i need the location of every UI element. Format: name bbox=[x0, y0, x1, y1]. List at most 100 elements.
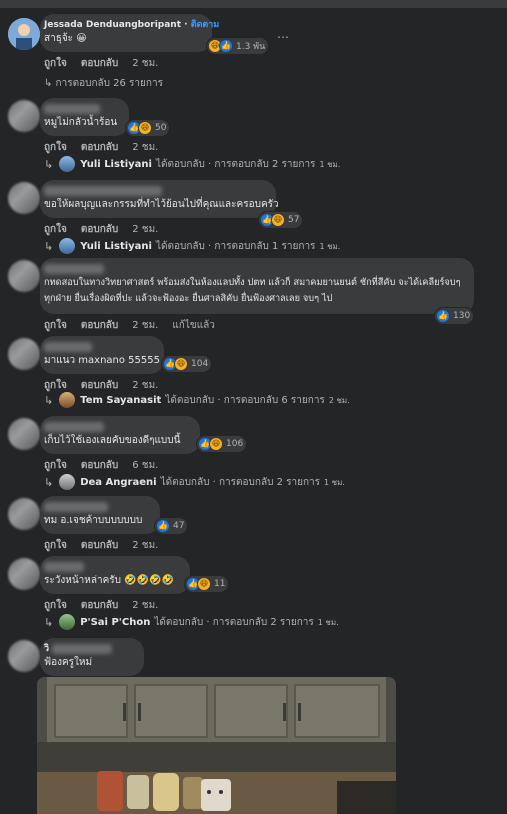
reaction-summary[interactable]: 👍 😆 50 bbox=[126, 120, 170, 136]
avatar[interactable] bbox=[8, 182, 40, 214]
reply-avatar bbox=[59, 474, 76, 490]
haha-reaction-icon: 😆 bbox=[209, 437, 223, 451]
more-options-icon[interactable]: ⋯ bbox=[277, 30, 290, 44]
reaction-count: 106 bbox=[226, 439, 244, 449]
haha-reaction-icon: 😆 bbox=[271, 213, 285, 227]
reply-button[interactable]: ตอบกลับ bbox=[81, 458, 118, 473]
reply-time: 1 ชม. bbox=[317, 617, 339, 627]
comment-text: เก็บไว้ใช้เองเลยคับของดีๆแบบนี้ bbox=[44, 435, 181, 446]
like-button[interactable]: ถูกใจ bbox=[44, 458, 67, 473]
reply-button[interactable]: ตอบกลับ bbox=[81, 222, 118, 237]
reaction-summary[interactable]: 👍 47 bbox=[155, 518, 188, 534]
author-name[interactable] bbox=[44, 185, 266, 197]
author-name[interactable] bbox=[44, 561, 180, 573]
like-reaction-icon: 👍 bbox=[219, 39, 233, 53]
reply-author[interactable]: Yuli Listiyani bbox=[80, 159, 152, 170]
reaction-count: 57 bbox=[288, 215, 300, 225]
reaction-summary[interactable]: 👍 130 bbox=[435, 308, 474, 324]
reply-preview[interactable]: ↳ P'Sai P'Chon ได้ตอบกลับ · การตอบกลับ 2… bbox=[44, 614, 339, 630]
like-button[interactable]: ถูกใจ bbox=[44, 56, 67, 71]
reply-info[interactable]: ได้ตอบกลับ · การตอบกลับ 6 รายการ bbox=[165, 393, 324, 408]
comment-text: มาแนว maxnano 55555 bbox=[44, 355, 160, 366]
reply-info[interactable]: ได้ตอบกลับ · การตอบกลับ 2 รายการ bbox=[161, 475, 320, 490]
comment-bubble: ขอให้ผลบุญและกรรมที่ทำไว้ย้อนไปที่คุณและ… bbox=[40, 180, 279, 218]
avatar[interactable] bbox=[8, 498, 40, 530]
reply-arrow-icon: ↳ bbox=[44, 239, 54, 253]
reply-avatar bbox=[59, 614, 76, 630]
haha-reaction-icon: 😆 bbox=[197, 577, 211, 591]
reaction-count: 130 bbox=[453, 311, 471, 321]
timestamp[interactable]: 2 ชม. bbox=[132, 56, 158, 71]
reply-time: 1 ชม. bbox=[319, 241, 341, 251]
avatar[interactable] bbox=[8, 100, 40, 132]
edited-label[interactable]: แก้ไขแล้ว bbox=[172, 318, 215, 333]
like-button[interactable]: ถูกใจ bbox=[44, 378, 67, 393]
replies-link[interactable]: ↳ การตอบกลับ 26 รายการ bbox=[44, 76, 163, 91]
reply-button[interactable]: ตอบกลับ bbox=[81, 598, 118, 613]
author-name[interactable]: วิ bbox=[44, 643, 134, 655]
reply-time: 2 ชม. bbox=[328, 395, 350, 405]
author-name[interactable] bbox=[44, 341, 154, 353]
comment-text: ฟ้องครูใหม่ bbox=[44, 657, 93, 668]
reply-preview[interactable]: ↳ Tem Sayanasit ได้ตอบกลับ · การตอบกลับ … bbox=[44, 392, 350, 408]
reaction-summary[interactable]: 👍 😆 11 bbox=[185, 576, 229, 592]
timestamp[interactable]: 2 ชม. bbox=[132, 318, 158, 333]
like-button[interactable]: ถูกใจ bbox=[44, 222, 67, 237]
timestamp[interactable]: 2 ชม. bbox=[132, 222, 158, 237]
author-name[interactable] bbox=[44, 263, 464, 275]
avatar[interactable] bbox=[8, 640, 40, 672]
like-button[interactable]: ถูกใจ bbox=[44, 598, 67, 613]
reaction-summary[interactable]: 👍 😆 104 bbox=[162, 356, 212, 372]
reply-button[interactable]: ตอบกลับ bbox=[81, 538, 118, 553]
reply-button[interactable]: ตอบกลับ bbox=[81, 378, 118, 393]
reply-info[interactable]: ได้ตอบกลับ · การตอบกลับ 2 รายการ bbox=[156, 157, 315, 172]
reply-author[interactable]: P'Sai P'Chon bbox=[80, 617, 150, 628]
author-name[interactable] bbox=[44, 103, 119, 115]
like-button[interactable]: ถูกใจ bbox=[44, 140, 67, 155]
reaction-count: 11 bbox=[214, 579, 226, 589]
timestamp[interactable]: 2 ชม. bbox=[132, 598, 158, 613]
avatar[interactable] bbox=[8, 418, 40, 450]
author-name[interactable]: Jessada Denduangboripant · ติดตาม bbox=[44, 19, 219, 31]
reply-preview[interactable]: ↳ Dea Angraeni ได้ตอบกลับ · การตอบกลับ 2… bbox=[44, 474, 345, 490]
reaction-summary[interactable]: 👍 😆 57 bbox=[259, 212, 303, 228]
reply-button[interactable]: ตอบกลับ bbox=[81, 140, 118, 155]
comment-bubble: เก็บไว้ใช้เองเลยคับของดีๆแบบนี้ bbox=[40, 416, 200, 454]
like-button[interactable]: ถูกใจ bbox=[44, 318, 67, 333]
timestamp[interactable]: 2 ชม. bbox=[132, 538, 158, 553]
timestamp[interactable]: 6 ชม. bbox=[132, 458, 158, 473]
reply-preview[interactable]: ↳ Yuli Listiyani ได้ตอบกลับ · การตอบกลับ… bbox=[44, 238, 340, 254]
like-button[interactable]: ถูกใจ bbox=[44, 538, 67, 553]
like-reaction-icon: 👍 bbox=[436, 309, 450, 323]
reply-author[interactable]: Dea Angraeni bbox=[80, 477, 156, 488]
author-name[interactable] bbox=[44, 501, 150, 513]
reply-arrow-icon: ↳ bbox=[44, 393, 54, 407]
reply-preview[interactable]: ↳ Yuli Listiyani ได้ตอบกลับ · การตอบกลับ… bbox=[44, 156, 340, 172]
timestamp[interactable]: 2 ชม. bbox=[132, 378, 158, 393]
avatar[interactable] bbox=[8, 18, 40, 50]
reply-arrow-icon: ↳ bbox=[44, 475, 54, 489]
reply-info[interactable]: ได้ตอบกลับ · การตอบกลับ 2 รายการ bbox=[154, 615, 313, 630]
comment-actions: ถูกใจ ตอบกลับ 2 ชม. bbox=[44, 140, 172, 155]
reply-author[interactable]: Yuli Listiyani bbox=[80, 241, 152, 252]
follow-button[interactable]: ติดตาม bbox=[191, 20, 220, 30]
timestamp[interactable]: 2 ชม. bbox=[132, 140, 158, 155]
like-reaction-icon: 👍 bbox=[156, 519, 170, 533]
view-replies[interactable]: ↳ การตอบกลับ 26 รายการ bbox=[44, 76, 163, 91]
avatar[interactable] bbox=[8, 338, 40, 370]
reply-info[interactable]: ได้ตอบกลับ · การตอบกลับ 1 รายการ bbox=[156, 239, 315, 254]
comment-actions: ถูกใจ ตอบกลับ 2 ชม. แก้ไขแล้ว bbox=[44, 318, 229, 333]
reply-button[interactable]: ตอบกลับ bbox=[81, 56, 118, 71]
reply-author[interactable]: Tem Sayanasit bbox=[80, 395, 161, 406]
haha-reaction-icon: 😆 bbox=[174, 357, 188, 371]
avatar[interactable] bbox=[8, 558, 40, 590]
author-name[interactable] bbox=[44, 421, 190, 433]
comment-text: กทดสอบในทางวิทยาศาสตร์ พร้อมส่งในห้องแลป… bbox=[44, 277, 461, 304]
reaction-summary[interactable]: 👍 😆 106 bbox=[197, 436, 247, 452]
reply-button[interactable]: ตอบกลับ bbox=[81, 318, 118, 333]
comment-text: ระวังหน้าหล่าครับ 🤣🤣🤣🤣 bbox=[44, 575, 175, 586]
reaction-summary[interactable]: 😆 👍 1.3 พัน bbox=[207, 38, 269, 54]
comment-attachment-photo[interactable] bbox=[37, 677, 396, 814]
avatar[interactable] bbox=[8, 260, 40, 292]
comment-bubble: หมูไม่กลัวน้ำร้อน bbox=[40, 98, 129, 136]
